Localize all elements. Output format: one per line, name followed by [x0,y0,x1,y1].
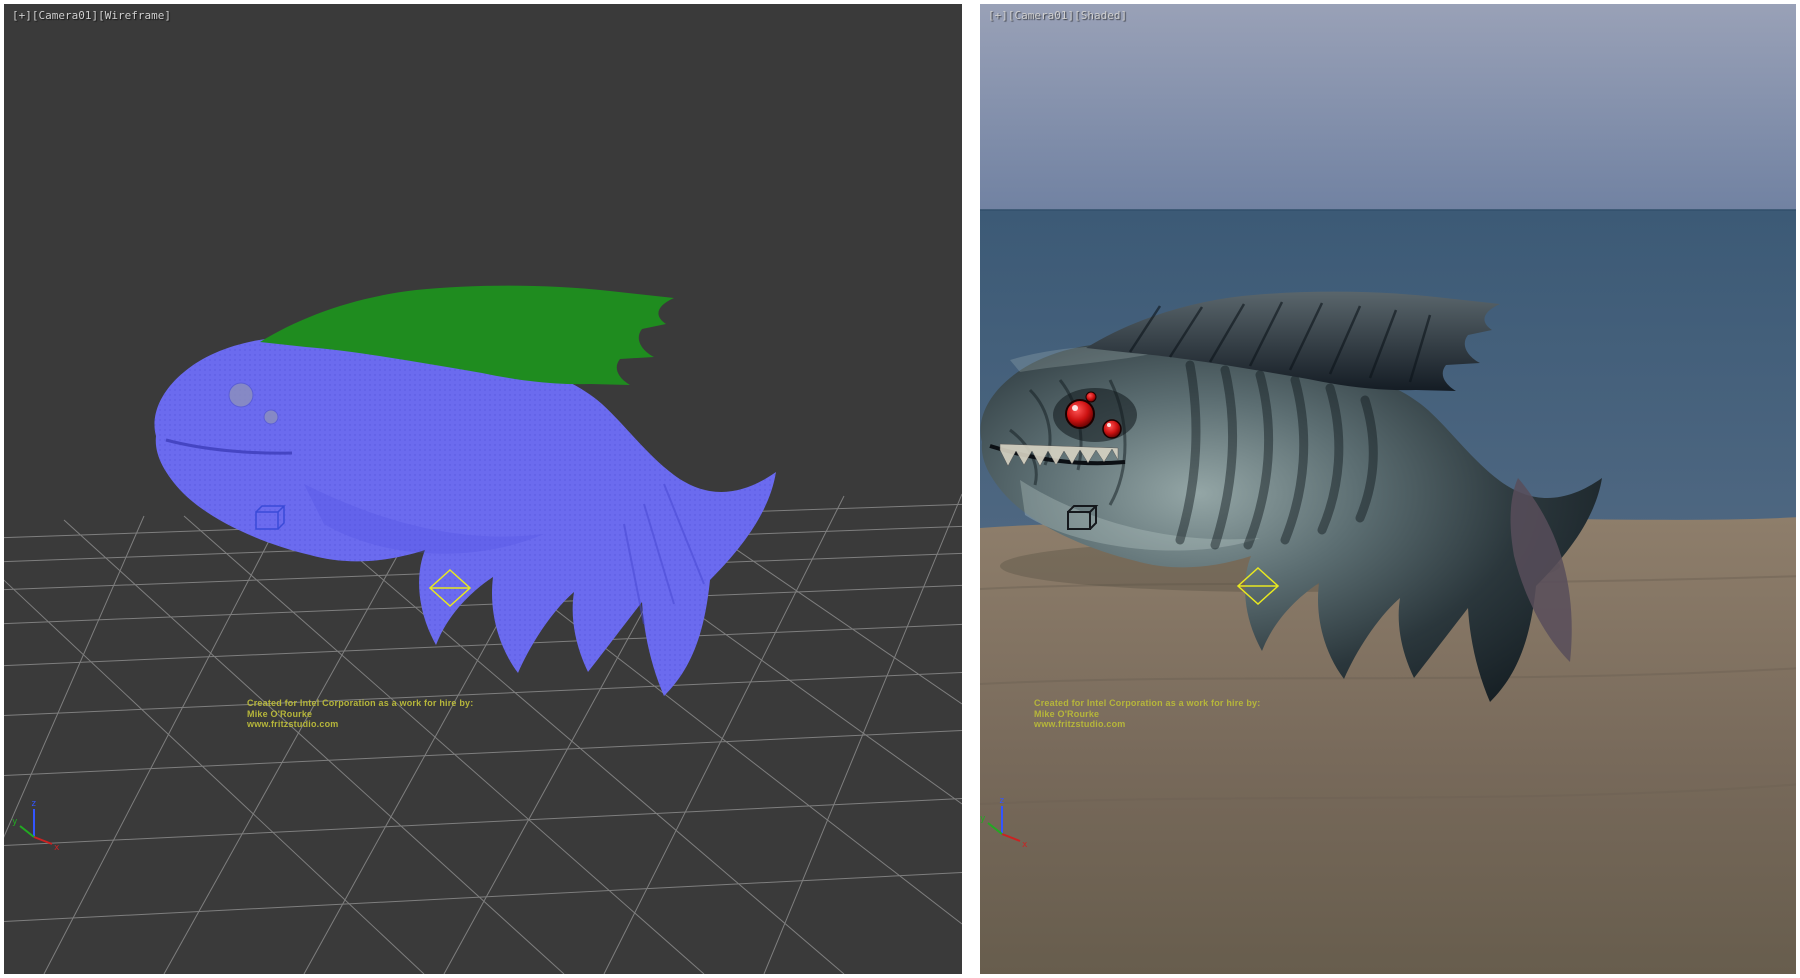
axis-label-y: y [980,814,986,824]
fish-eye-red-small [1103,420,1121,438]
fish-eye-small [264,410,278,424]
viewport-label-wireframe[interactable]: [+][Camera01][Wireframe] [12,9,171,22]
fish-eye-red [1066,400,1094,428]
sky-upper [980,4,1796,210]
axis-label-z: z [999,796,1004,806]
shaded-scene[interactable]: z x y [980,4,1796,974]
viewport-area: z x y [+][Camera01][Wireframe] Created f… [0,0,1800,978]
axis-label-y: y [12,817,18,827]
viewport-label-shaded[interactable]: [+][Camera01][Shaded] [988,9,1127,22]
eye-highlight [1072,405,1078,411]
viewport-shaded[interactable]: z x y [+][Camera01][Shaded] Created for … [980,4,1796,974]
eye-highlight [1107,423,1111,427]
wireframe-scene[interactable]: z x y [4,4,962,974]
axis-label-x: x [1022,840,1028,850]
axis-label-x: x [54,843,60,853]
axis-label-z: z [31,799,36,809]
fish-eye-red-tiny [1086,392,1096,402]
viewport-wireframe[interactable]: z x y [+][Camera01][Wireframe] Created f… [4,4,962,974]
viewport-divider[interactable] [968,4,974,974]
fish-eye [229,383,253,407]
